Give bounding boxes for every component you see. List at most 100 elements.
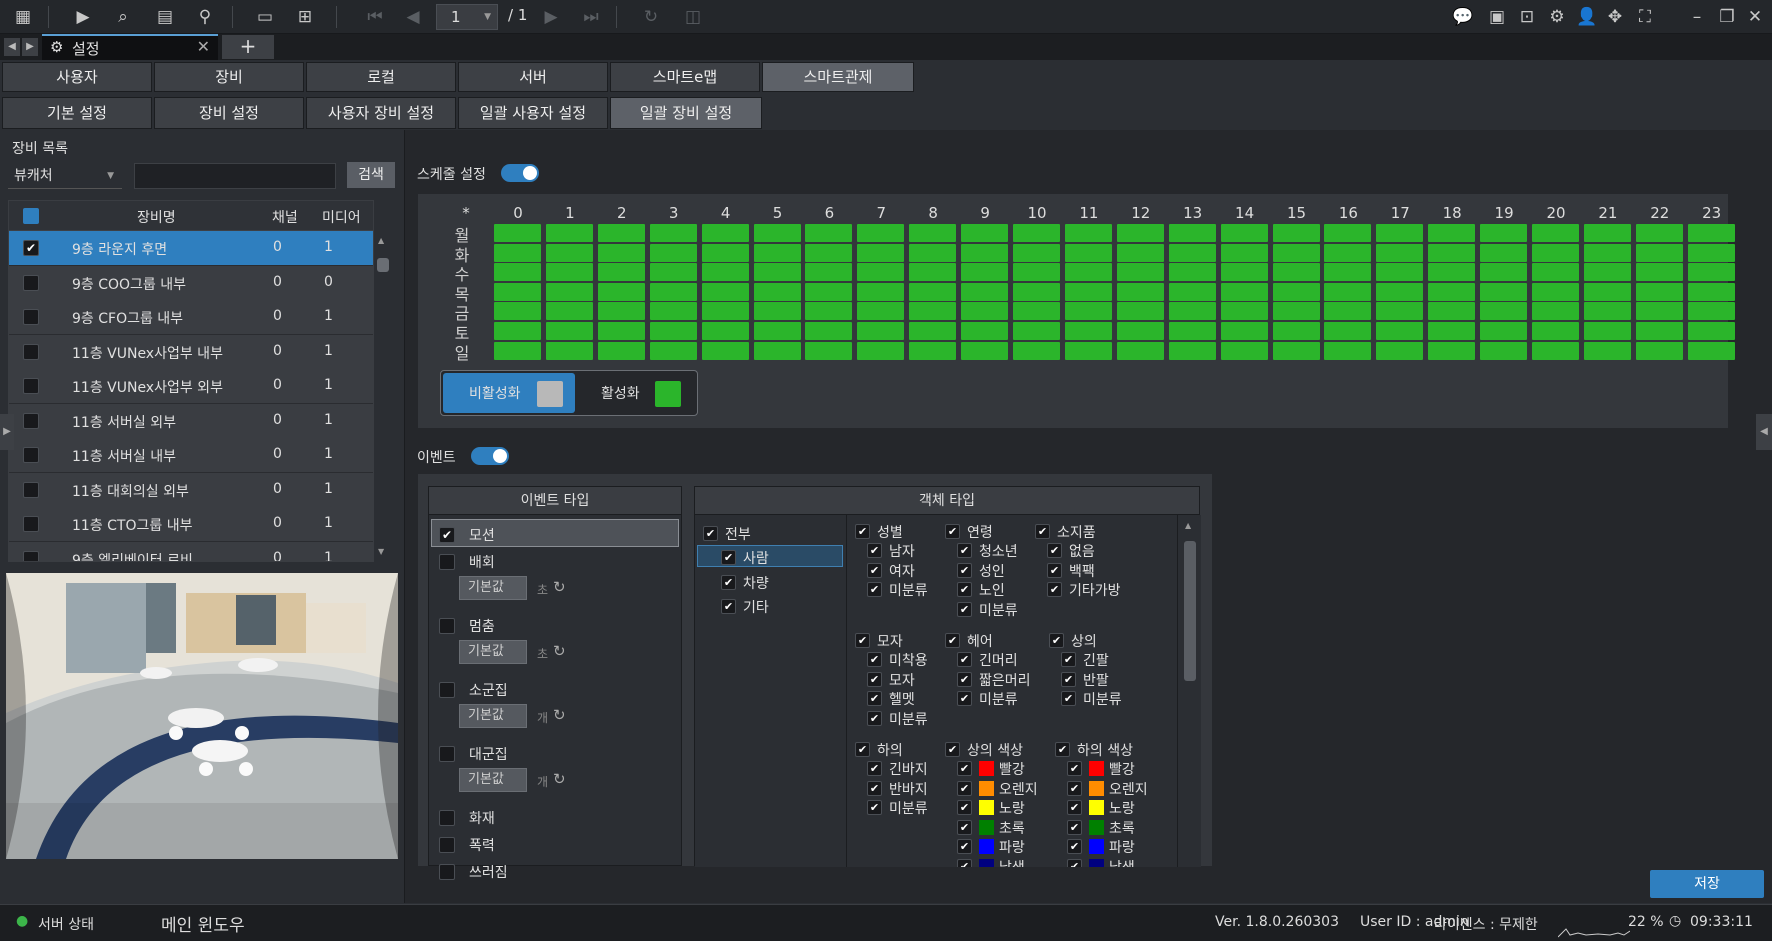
schedule-cell[interactable]	[753, 224, 801, 242]
schedule-cell[interactable]	[494, 341, 541, 360]
schedule-cell[interactable]	[1532, 341, 1579, 360]
schedule-cell[interactable]	[1116, 282, 1164, 301]
tab-device[interactable]: 장비	[154, 62, 304, 92]
hour-label[interactable]: 9	[959, 204, 1011, 222]
schedule-cell[interactable]	[1168, 243, 1216, 262]
schedule-cell[interactable]	[1116, 341, 1164, 360]
schedule-cell[interactable]	[1428, 322, 1476, 340]
tab-scroll-right-icon[interactable]: ▶	[22, 38, 38, 56]
device-search-input[interactable]	[134, 163, 336, 189]
event-default-input[interactable]: 기본값	[459, 640, 527, 664]
attr-checkbox[interactable]: ✔	[867, 710, 882, 726]
hour-label[interactable]: 2	[596, 204, 648, 222]
schedule-cell[interactable]	[494, 263, 541, 282]
close-tab-icon[interactable]: ✕	[197, 37, 210, 56]
event-type-checkbox[interactable]: ✔	[439, 527, 455, 543]
attr-checkbox[interactable]: ✔	[1047, 582, 1062, 598]
schedule-cell[interactable]	[753, 341, 801, 360]
collapse-left-handle[interactable]: ▶	[0, 414, 14, 450]
device-checkbox[interactable]	[23, 481, 39, 498]
schedule-cell[interactable]	[649, 263, 697, 282]
person-search-icon[interactable]: ⚲	[194, 7, 216, 27]
save-button[interactable]: 저장	[1650, 870, 1764, 898]
attr-checkbox[interactable]: ✔	[867, 780, 882, 796]
schedule-cell[interactable]	[961, 282, 1009, 301]
attr-checkbox[interactable]: ✔	[1067, 761, 1082, 776]
device-row[interactable]: 11층 서버실 내부 0 1	[9, 438, 373, 473]
attr-checkbox[interactable]: ✔	[1061, 652, 1076, 667]
attr-group-checkbox[interactable]: ✔	[1049, 633, 1064, 648]
schedule-cell[interactable]	[1116, 263, 1164, 282]
schedule-cell[interactable]	[1013, 322, 1060, 340]
tab-local[interactable]: 로컬	[306, 62, 456, 92]
event-default-input[interactable]: 기본값	[459, 704, 527, 728]
schedule-cell[interactable]	[1324, 341, 1372, 360]
schedule-cell[interactable]	[1428, 243, 1476, 262]
legend-inactive-button[interactable]: 비활성화	[443, 373, 575, 413]
page-number-select[interactable]: 1 ▼	[436, 4, 498, 30]
device-filter-select[interactable]: 뷰캐처 ▼	[8, 163, 122, 189]
schedule-cell[interactable]	[1168, 224, 1216, 242]
device-checkbox[interactable]: ✔	[23, 240, 39, 256]
schedule-cell[interactable]	[1272, 263, 1320, 282]
device-row[interactable]: 9층 COO그룹 내부 0 0	[9, 265, 373, 301]
schedule-cell[interactable]	[701, 302, 749, 321]
schedule-cell[interactable]	[753, 302, 801, 321]
hour-label[interactable]: 0	[492, 204, 544, 222]
event-default-input[interactable]: 기본값	[459, 576, 527, 600]
tab-basic-settings[interactable]: 기본 설정	[2, 97, 152, 129]
schedule-cell[interactable]	[909, 263, 957, 282]
object-list-scrollbar[interactable]: ▲	[1177, 515, 1201, 867]
schedule-cell[interactable]	[753, 263, 801, 282]
schedule-cell[interactable]	[1376, 224, 1424, 242]
schedule-cell[interactable]	[1428, 302, 1476, 321]
last-page-icon[interactable]: ⏭	[580, 7, 602, 27]
schedule-cell[interactable]	[1272, 322, 1320, 340]
event-type-checkbox[interactable]	[439, 746, 455, 762]
attr-checkbox[interactable]: ✔	[867, 562, 882, 578]
attr-checkbox[interactable]: ✔	[867, 543, 882, 558]
schedule-cell[interactable]	[545, 302, 593, 321]
schedule-cell[interactable]	[1635, 282, 1683, 301]
schedule-cell[interactable]	[1324, 224, 1372, 242]
schedule-cell[interactable]	[805, 263, 853, 282]
schedule-cell[interactable]	[597, 263, 645, 282]
object-tree-checkbox[interactable]: ✔	[721, 574, 736, 590]
schedule-cell[interactable]	[701, 341, 749, 360]
schedule-cell[interactable]	[857, 263, 905, 282]
hour-label[interactable]: 14	[1219, 204, 1271, 222]
schedule-cell[interactable]	[701, 243, 749, 262]
device-checkbox[interactable]	[23, 343, 39, 360]
tab-server[interactable]: 서버	[458, 62, 608, 92]
schedule-cell[interactable]	[1064, 243, 1112, 262]
schedule-cell[interactable]	[1635, 263, 1683, 282]
object-tree-checkbox[interactable]: ✔	[721, 550, 736, 565]
schedule-cell[interactable]	[961, 263, 1009, 282]
schedule-cell[interactable]	[1272, 341, 1320, 360]
schedule-cell[interactable]	[1168, 302, 1216, 321]
schedule-cell[interactable]	[1376, 263, 1424, 282]
schedule-cell[interactable]	[701, 282, 749, 301]
schedule-cell[interactable]	[857, 322, 905, 340]
schedule-cell[interactable]	[1583, 341, 1631, 360]
schedule-cell[interactable]	[1168, 341, 1216, 360]
schedule-cell[interactable]	[545, 282, 593, 301]
schedule-cell[interactable]	[1480, 243, 1528, 262]
hour-label[interactable]: 8	[907, 204, 959, 222]
schedule-cell[interactable]	[1013, 282, 1060, 301]
schedule-cell[interactable]	[1635, 243, 1683, 262]
schedule-cell[interactable]	[805, 243, 853, 262]
schedule-cell[interactable]	[1532, 224, 1579, 242]
schedule-cell[interactable]	[1376, 341, 1424, 360]
schedule-cell[interactable]	[1013, 302, 1060, 321]
hour-label[interactable]: 22	[1634, 204, 1686, 222]
schedule-cell[interactable]	[649, 322, 697, 340]
snapshot-icon[interactable]: ◫	[682, 7, 704, 27]
reset-icon[interactable]: ↻	[553, 706, 566, 724]
device-row[interactable]: ✔ 9층 라운지 후면 0 1	[9, 231, 373, 266]
restore-icon[interactable]: ❐	[1716, 7, 1738, 27]
schedule-cell[interactable]	[1064, 263, 1112, 282]
hour-label[interactable]: 15	[1271, 204, 1323, 222]
schedule-cell[interactable]	[1687, 243, 1735, 262]
search-button[interactable]: 검색	[347, 162, 395, 188]
